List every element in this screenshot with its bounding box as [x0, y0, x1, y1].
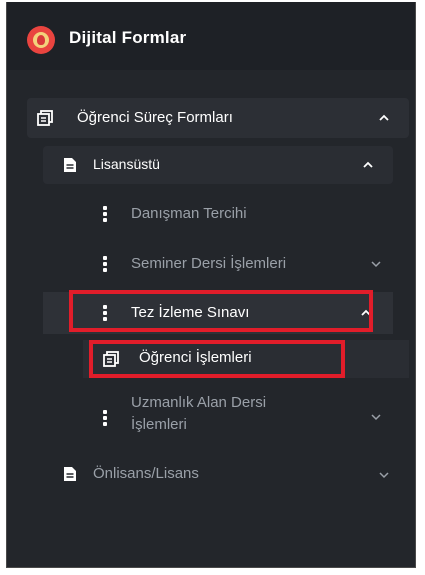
logo-icon[interactable]	[27, 26, 55, 54]
sidebar-item-label-line1: Uzmanlık Alan Dersi	[131, 394, 267, 411]
sidebar-item-lisansustu[interactable]: Lisansüstü	[43, 146, 393, 184]
sidebar-window: Dijital Formlar Öğrenci Süreç Formları L…	[6, 2, 416, 568]
app-title: Dijital Formlar	[69, 28, 187, 47]
sidebar-menu: Öğrenci Süreç Formları Lisansüstü Danışm…	[7, 70, 415, 567]
sidebar-item-uzmanlik-alan-dersi-islemleri[interactable]: Uzmanlık Alan Dersi İşlemleri	[43, 388, 393, 444]
chevron-up-icon[interactable]	[363, 160, 373, 170]
document-icon	[63, 157, 77, 178]
highlight-box	[89, 340, 345, 378]
form-icon	[37, 110, 53, 131]
chevron-down-icon[interactable]	[371, 259, 381, 269]
sidebar-item-onlisans-lisans[interactable]: Önlisans/Lisans	[27, 454, 409, 494]
sidebar-item-ogrenci-surec-formlari[interactable]: Öğrenci Süreç Formları	[27, 98, 409, 138]
chevron-down-icon[interactable]	[379, 470, 389, 480]
sidebar-item-label: Seminer Dersi İşlemleri	[131, 255, 287, 272]
highlight-box	[69, 290, 373, 332]
sidebar-item-label: Lisansüstü	[93, 156, 160, 172]
document-icon	[63, 466, 77, 487]
sidebar-item-label: Öğrenci Süreç Formları	[77, 109, 233, 126]
kebab-icon	[103, 410, 107, 428]
kebab-icon	[103, 256, 107, 274]
sidebar-item-danisman-tercihi[interactable]: Danışman Tercihi	[43, 194, 393, 234]
sidebar-item-label: Önlisans/Lisans	[93, 465, 199, 482]
app-header: Dijital Formlar	[7, 2, 415, 71]
sidebar-item-label: Danışman Tercihi	[131, 205, 247, 222]
sidebar-item-label-line2: İşlemleri	[131, 416, 187, 433]
kebab-icon	[103, 206, 107, 224]
chevron-down-icon[interactable]	[371, 412, 381, 422]
sidebar-item-seminer-dersi-islemleri[interactable]: Seminer Dersi İşlemleri	[43, 244, 393, 284]
chevron-up-icon[interactable]	[379, 113, 389, 123]
